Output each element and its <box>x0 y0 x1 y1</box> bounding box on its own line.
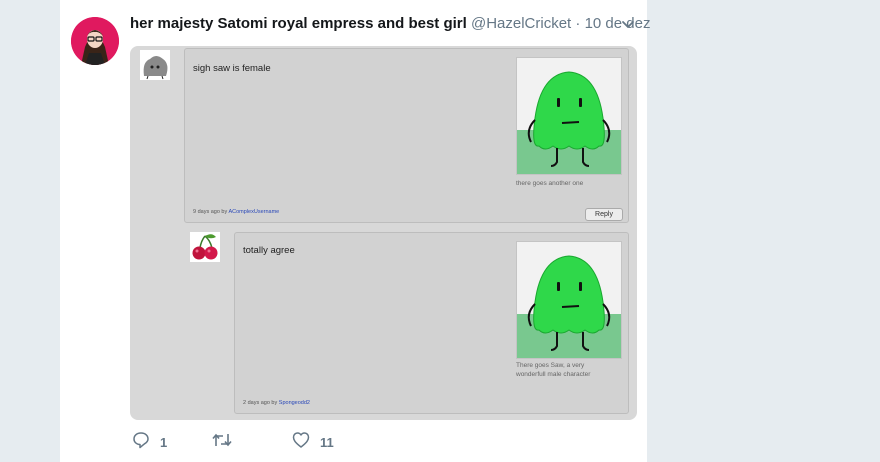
tweet-card: her majesty Satomi royal empress and bes… <box>60 0 650 462</box>
retweet-icon <box>212 431 232 454</box>
comment-meta: 2 days ago by Spongeodd2 <box>243 400 310 406</box>
tweet-actions: 1 11 <box>132 431 432 454</box>
reply-count: 1 <box>160 434 168 450</box>
timestamp[interactable]: 10 de dez <box>585 15 651 32</box>
commenter-avatar-rock <box>140 50 170 80</box>
reply-icon <box>132 431 150 454</box>
tweet-media-image[interactable]: sigh saw is female there goes another on… <box>130 46 637 420</box>
like-action[interactable]: 11 <box>292 431 334 454</box>
page-background-right <box>647 0 880 462</box>
reply-button[interactable]: Reply <box>585 208 623 221</box>
tweet-header: her majesty Satomi royal empress and bes… <box>130 14 650 34</box>
comment-text: totally agree <box>243 245 295 256</box>
comment-date: 9 days ago by <box>193 209 229 215</box>
comment-date: 2 days ago by <box>243 400 279 406</box>
display-name[interactable]: her majesty Satomi royal empress and bes… <box>130 15 467 32</box>
retweet-action[interactable] <box>212 432 242 452</box>
character-image <box>516 57 622 175</box>
character-image <box>516 241 622 359</box>
image-caption: There goes Saw, a very wonderfull male c… <box>516 362 591 378</box>
comment-username-link[interactable]: Spongeodd2 <box>279 400 310 406</box>
comment-box: sigh saw is female there goes another on… <box>184 48 629 223</box>
image-caption: there goes another one <box>516 180 584 187</box>
separator-dot: · <box>575 15 581 32</box>
user-handle[interactable]: @HazelCricket <box>471 15 571 32</box>
comment-username-link[interactable]: AComplexUsername <box>228 209 279 215</box>
commenter-avatar-cherry <box>190 232 220 262</box>
heart-icon <box>292 431 310 454</box>
comment-text: sigh saw is female <box>193 63 271 74</box>
comment-box: totally agree There goes Saw, a very won… <box>234 232 629 414</box>
avatar[interactable] <box>71 17 119 65</box>
page-background-left <box>0 0 60 462</box>
comment-meta: 9 days ago by AComplexUsername <box>193 209 279 215</box>
reply-action[interactable]: 1 <box>132 431 168 454</box>
like-count: 11 <box>320 434 334 450</box>
chevron-down-icon[interactable] <box>620 14 636 34</box>
